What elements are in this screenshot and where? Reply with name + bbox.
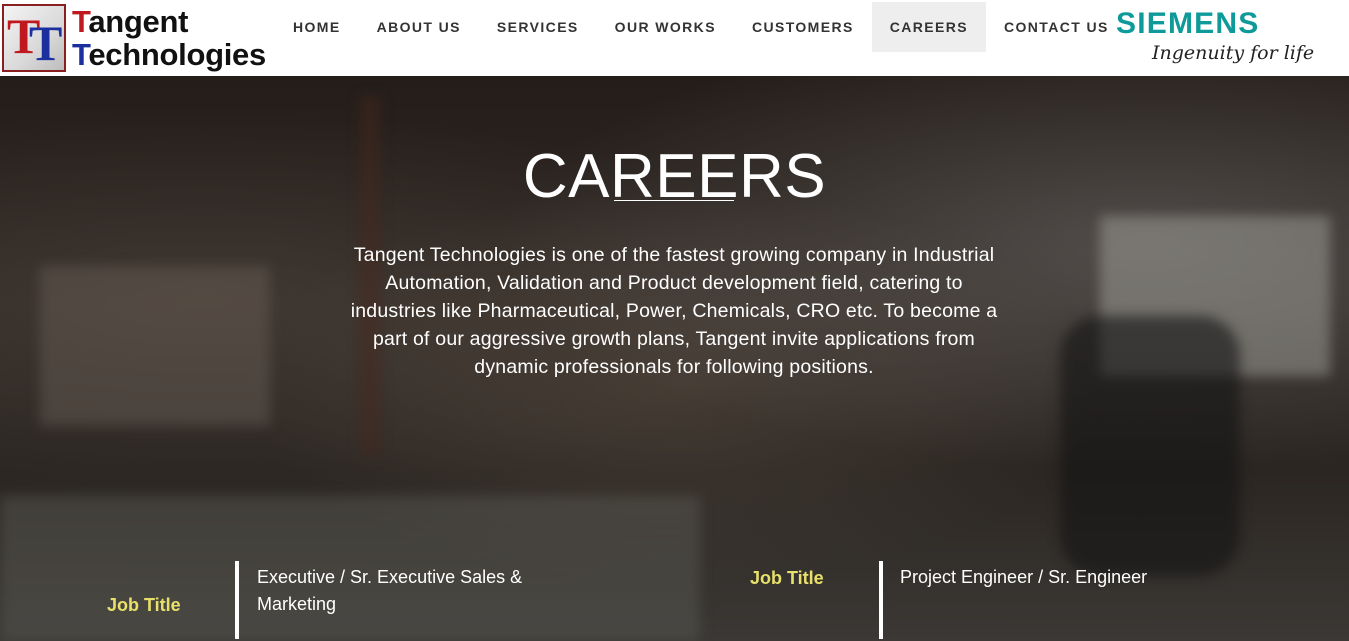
logo-mark-letter-blue: T (29, 15, 63, 71)
logo-line-2: Technologies (72, 37, 266, 72)
job-title-value[interactable]: Executive / Sr. Executive Sales & Market… (257, 564, 557, 618)
careers-hero: CAREERS Tangent Technologies is one of t… (0, 76, 1349, 641)
job-title-label: Job Title (750, 568, 824, 588)
nav-home[interactable]: HOME (275, 2, 359, 52)
siemens-wordmark: SIEMENS (1116, 7, 1260, 40)
page-title: CAREERS (522, 141, 827, 211)
logo-wordmark: Tangent Technologies (72, 5, 266, 71)
logo-line-1: Tangent (72, 4, 189, 39)
job-title-value[interactable]: Project Engineer / Sr. Engineer (900, 564, 1300, 591)
siemens-partner-logo[interactable]: SIEMENS Ingenuity for life (1100, 0, 1349, 76)
nav-careers[interactable]: CAREERS (871, 2, 986, 52)
nav-customers[interactable]: CUSTOMERS (734, 2, 872, 52)
careers-intro-text: Tangent Technologies is one of the faste… (350, 243, 998, 378)
job-divider (235, 561, 239, 639)
job-item: Job Title Project Engineer / Sr. Enginee… (680, 561, 1349, 639)
job-item: Job Title Executive / Sr. Executive Sale… (0, 561, 680, 639)
nav-services[interactable]: SERVICES (479, 2, 597, 52)
nav-about-us[interactable]: ABOUT US (359, 2, 479, 52)
company-logo[interactable]: T T Tangent Technologies (0, 0, 280, 76)
bg-chair (1060, 316, 1240, 576)
nav-our-works[interactable]: OUR WORKS (597, 2, 734, 52)
job-title-label: Job Title (107, 595, 181, 615)
main-nav: HOME ABOUT US SERVICES OUR WORKS CUSTOME… (275, 2, 1127, 52)
job-divider (879, 561, 883, 639)
siemens-tagline: Ingenuity for life (1152, 42, 1315, 64)
title-divider (614, 200, 734, 201)
bg-window-left (40, 266, 270, 426)
logo-mark-icon: T T (2, 4, 66, 72)
site-header: T T Tangent Technologies HOME ABOUT US S… (0, 0, 1349, 76)
